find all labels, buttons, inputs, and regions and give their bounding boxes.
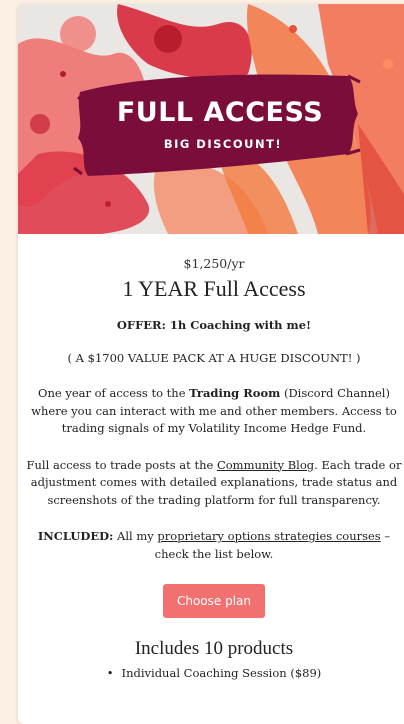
banner-subtitle: BIG DISCOUNT! [163,137,283,151]
community-blog-link[interactable]: Community Blog [217,458,314,472]
included-label: INCLUDED: [37,529,114,543]
product-list: Individual Coaching Session ($89) [20,666,404,681]
offer-text: OFFER: 1h Coaching with me! [116,318,312,332]
choose-plan-button[interactable]: Choose plan [162,584,266,618]
description-community-blog: Full access to trade posts at the Commun… [20,457,404,510]
desc3-pre: All my [113,529,158,543]
desc1-pre: One year of access to the [38,386,190,400]
desc2-pre: Full access to trade posts at the [26,457,217,472]
list-item: Individual Coaching Session ($89) [20,666,404,681]
plan-details: $1,250/yr 1 YEAR Full Access OFFER: 1h C… [18,257,404,681]
trading-room-label: Trading Room [189,386,281,400]
description-included: INCLUDED: All my proprietary options str… [20,528,404,563]
courses-link[interactable]: proprietary options strategies courses [157,529,380,543]
includes-title: Includes 10 products [134,638,294,659]
hero-image: FULL ACCESS BIG DISCOUNT! [18,4,404,234]
value-pack-text: ( A $1700 VALUE PACK AT A HUGE DISCOUNT!… [67,351,361,365]
banner-title: FULL ACCESS [116,97,324,128]
plan-title: 1 YEAR Full Access [122,276,306,301]
pricing-card: FULL ACCESS BIG DISCOUNT! $1,250/yr 1 YE… [18,4,404,724]
description-trading-room: One year of access to the Trading Room (… [20,385,404,438]
plan-price: $1,250/yr [183,256,245,271]
